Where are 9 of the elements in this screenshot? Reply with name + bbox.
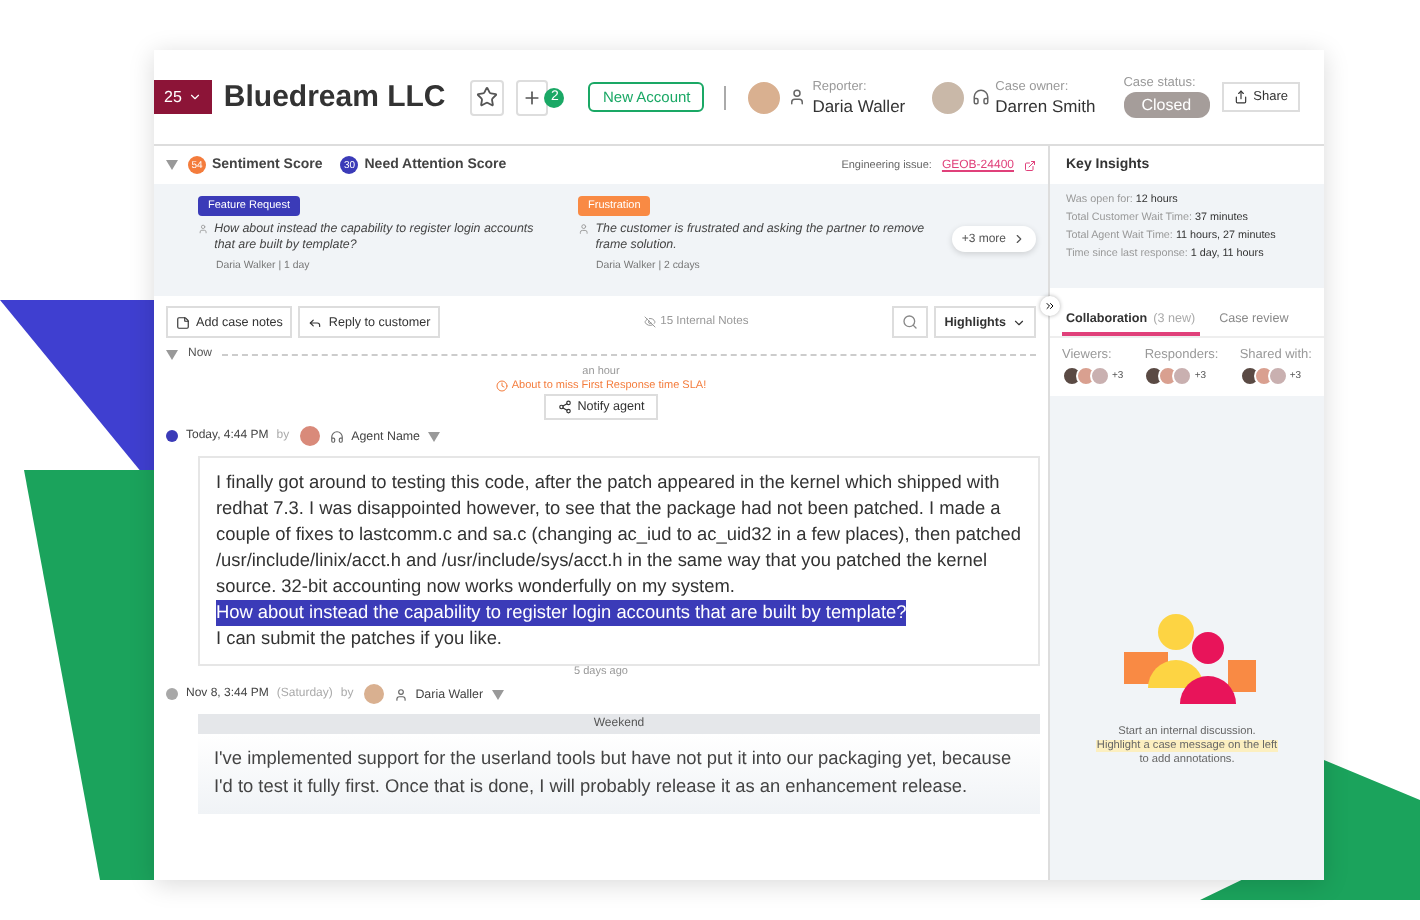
message-text: I can submit the patches if you like. [216,626,502,653]
reporter-name: Daria Waller [812,95,906,115]
case-number-dropdown[interactable]: 25 [154,80,212,114]
status-badge: Closed [1123,92,1210,118]
highlighted-text: How about instead the capability to register login accounts that are built by template? [216,600,907,627]
message-text: I've implemented support for the userland tools but have not put it into our packaging yet, because I'd to test it fully first. Once that is done, I will probably release it as an enhancement release. [214,746,1014,801]
message-text: I finally got around to testing this code, after the patch appeared in the kernel which shipped with redhat 7.3. I was disappointed however, to see that the package had not been patched. I made a couple of fixes to lastcomm.c and sa.c (changing ac_iud to ac_uid32 in a few places), then patched /usr/include/linix/acct.h and /usr/include/sys/acct.h in the same way that you patched the kernel source. 32-bit accounting now works wonderfully on my system. [216,470,1022,601]
owner-name: Darren Smith [995,95,1096,115]
company-name: Bluedream LLC [223,80,446,114]
